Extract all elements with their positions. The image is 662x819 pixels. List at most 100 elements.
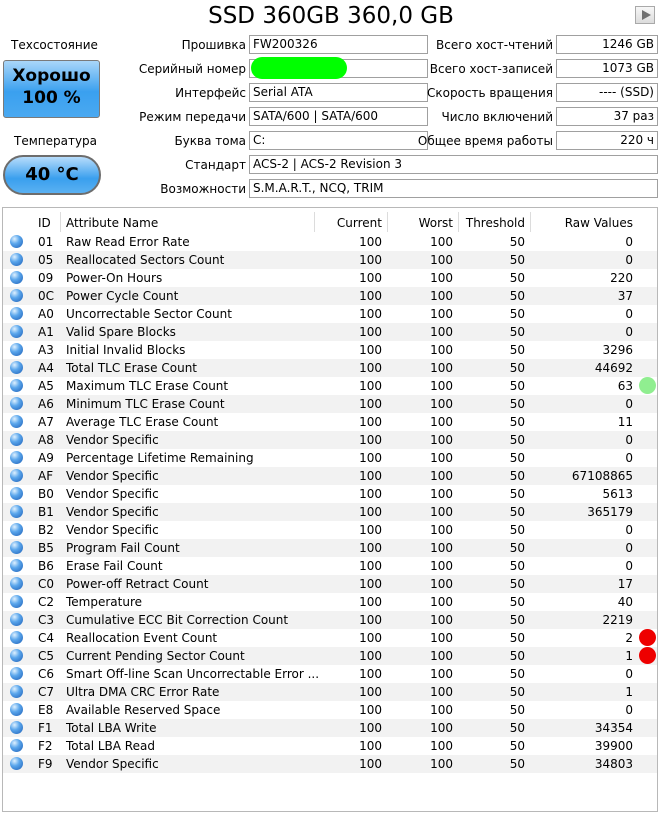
cell-id: A8 [38,433,54,447]
cell-raw-value: 0 [625,235,633,249]
cell-raw-value: 0 [625,667,633,681]
host-writes-field: 1073 GB [556,59,658,78]
column-header-worst[interactable]: Worst [388,214,453,232]
table-row[interactable]: A5 Maximum TLC Erase Count 100 100 50 63 [3,377,657,395]
table-row[interactable]: F1 Total LBA Write 100 100 50 34354 [3,719,657,737]
cell-worst: 100 [430,415,453,429]
table-row[interactable]: A3 Initial Invalid Blocks 100 100 50 3296 [3,341,657,359]
temperature-badge[interactable]: 40 °C [3,155,101,195]
table-row[interactable]: B2 Vendor Specific 100 100 50 0 [3,521,657,539]
table-row[interactable]: 01 Raw Read Error Rate 100 100 50 0 [3,233,657,251]
next-drive-button[interactable] [635,6,655,24]
table-row[interactable]: A0 Uncorrectable Sector Count 100 100 50 0 [3,305,657,323]
cell-current: 100 [359,415,382,429]
cell-attribute-name: Maximum TLC Erase Count [66,379,229,393]
cell-attribute-name: Initial Invalid Blocks [66,343,186,357]
column-header-raw[interactable]: Raw Values [531,214,633,232]
cell-id: F9 [38,757,53,771]
table-row[interactable]: C2 Temperature 100 100 50 40 [3,593,657,611]
cell-raw-value: 34354 [594,721,633,735]
column-header-threshold[interactable]: Threshold [459,214,525,232]
table-row[interactable]: A9 Percentage Lifetime Remaining 100 100 50 0 [3,449,657,467]
cell-raw-value: 0 [625,433,633,447]
status-orb-icon [10,325,23,338]
table-row[interactable]: AF Vendor Specific 100 100 50 67108865 [3,467,657,485]
cell-current: 100 [359,271,382,285]
host-reads-label: Всего хост-чтений [436,38,553,52]
cell-worst: 100 [430,739,453,753]
table-row[interactable]: 09 Power-On Hours 100 100 50 220 [3,269,657,287]
cell-raw-value: 5613 [602,487,633,501]
cell-attribute-name: Current Pending Sector Count [66,649,245,663]
health-percent: 100 % [22,88,81,108]
cell-worst: 100 [430,523,453,537]
table-row[interactable]: C5 Current Pending Sector Count 100 100 50 1 [3,647,657,665]
cell-id: A5 [38,379,54,393]
cell-worst: 100 [430,469,453,483]
cell-threshold: 50 [509,289,525,303]
health-status-badge[interactable]: Хорошо 100 % [3,60,100,118]
cell-current: 100 [359,541,382,555]
table-row[interactable]: C7 Ultra DMA CRC Error Rate 100 100 50 1 [3,683,657,701]
column-header-current[interactable]: Current [315,214,382,232]
cell-id: AF [38,469,54,483]
table-row[interactable]: C4 Reallocation Event Count 100 100 50 2 [3,629,657,647]
cell-attribute-name: Erase Fail Count [66,559,163,573]
temperature-label: Температура [14,134,98,148]
cell-raw-value: 0 [625,523,633,537]
cell-attribute-name: Total TLC Erase Count [66,361,198,375]
cell-id: B2 [38,523,54,537]
cell-worst: 100 [430,757,453,771]
table-row[interactable]: C0 Power-off Retract Count 100 100 50 17 [3,575,657,593]
cell-attribute-name: Minimum TLC Erase Count [66,397,225,411]
cell-attribute-name: Vendor Specific [66,433,159,447]
table-row[interactable]: A1 Valid Spare Blocks 100 100 50 0 [3,323,657,341]
status-orb-icon [10,649,23,662]
table-row[interactable]: A6 Minimum TLC Erase Count 100 100 50 0 [3,395,657,413]
features-label: Возможности [160,182,246,196]
table-row[interactable]: 0C Power Cycle Count 100 100 50 37 [3,287,657,305]
cell-current: 100 [359,613,382,627]
drive-letter-field: C: [249,131,428,150]
cell-threshold: 50 [509,307,525,321]
table-row[interactable]: F2 Total LBA Read 100 100 50 39900 [3,737,657,755]
table-row[interactable]: B0 Vendor Specific 100 100 50 5613 [3,485,657,503]
table-row[interactable]: A8 Vendor Specific 100 100 50 0 [3,431,657,449]
cell-attribute-name: Reallocated Sectors Count [66,253,225,267]
cell-raw-value: 1 [625,649,633,663]
cell-worst: 100 [430,685,453,699]
table-row[interactable]: B6 Erase Fail Count 100 100 50 0 [3,557,657,575]
status-orb-icon [10,721,23,734]
table-row[interactable]: E8 Available Reserved Space 100 100 50 0 [3,701,657,719]
status-orb-icon [10,685,23,698]
table-row[interactable]: B5 Program Fail Count 100 100 50 0 [3,539,657,557]
power-hours-field: 220 ч [556,131,658,150]
cell-attribute-name: Vendor Specific [66,505,159,519]
cell-raw-value: 34803 [594,757,633,771]
column-header-id[interactable]: ID [38,214,51,232]
cell-worst: 100 [430,253,453,267]
cell-worst: 100 [430,397,453,411]
health-label: Техсостояние [11,38,98,52]
transfer-mode-field: SATA/600 | SATA/600 [249,107,428,126]
cell-current: 100 [359,739,382,753]
cell-current: 100 [359,433,382,447]
cell-attribute-name: Power-off Retract Count [66,577,209,591]
smart-attributes-table[interactable]: ID Attribute Name Current Worst Threshol… [2,207,658,812]
table-row[interactable]: A4 Total TLC Erase Count 100 100 50 44692 [3,359,657,377]
status-orb-icon [10,415,23,428]
cell-current: 100 [359,685,382,699]
table-row[interactable]: A7 Average TLC Erase Count 100 100 50 11 [3,413,657,431]
table-row[interactable]: C3 Cumulative ECC Bit Correction Count 100… [3,611,657,629]
cell-threshold: 50 [509,757,525,771]
column-header-name[interactable]: Attribute Name [66,214,158,232]
table-row[interactable]: B1 Vendor Specific 100 100 50 365179 [3,503,657,521]
cell-raw-value: 0 [625,397,633,411]
table-row[interactable]: C6 Smart Off-line Scan Uncorrectable Erro… [3,665,657,683]
interface-field: Serial ATA [249,83,428,102]
cell-id: B5 [38,541,54,555]
cell-raw-value: 40 [617,595,633,609]
cell-current: 100 [359,595,382,609]
table-row[interactable]: F9 Vendor Specific 100 100 50 34803 [3,755,657,773]
table-row[interactable]: 05 Reallocated Sectors Count 100 100 50 0 [3,251,657,269]
